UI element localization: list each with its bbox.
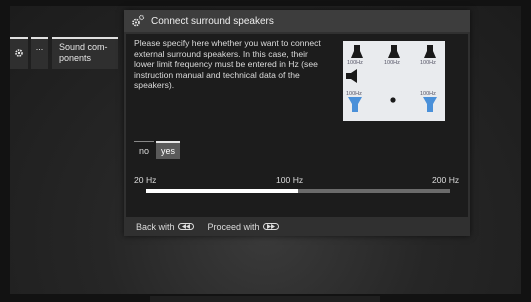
dialog-description: Please specify here whether you want to … bbox=[134, 38, 321, 91]
front-left-speaker-icon bbox=[351, 45, 363, 58]
breadcrumb-settings[interactable] bbox=[10, 37, 28, 69]
rewind-key-icon bbox=[177, 223, 194, 230]
dialog-title: Connect surround speakers bbox=[151, 15, 274, 27]
front-left-label: 100Hz bbox=[347, 60, 363, 66]
toggle-yes-option[interactable]: yes bbox=[156, 141, 180, 159]
side-speaker-icon bbox=[346, 69, 357, 83]
slider-mid-label: 100 Hz bbox=[276, 175, 304, 185]
slider-min-label: 20 Hz bbox=[134, 175, 157, 185]
rear-left-subwoofer-icon bbox=[348, 97, 362, 112]
dialog-footer: Back with Proceed with bbox=[124, 217, 470, 236]
forward-key-icon bbox=[262, 223, 279, 230]
frequency-slider-fill bbox=[146, 189, 298, 193]
breadcrumb-ellipsis[interactable]: ... bbox=[31, 37, 48, 69]
gears-icon bbox=[131, 14, 145, 28]
gear-icon bbox=[14, 48, 24, 60]
proceed-label: Proceed with bbox=[207, 221, 260, 232]
dialog-body: Please specify here whether you want to … bbox=[126, 34, 468, 217]
surround-speakers-dialog: Connect surround speakers Please specify… bbox=[124, 10, 470, 236]
breadcrumb-ellipsis-label: ... bbox=[35, 42, 44, 52]
breadcrumb-sound-components[interactable]: Sound com- ponents bbox=[52, 37, 118, 69]
back-label: Back with bbox=[136, 221, 175, 232]
toggle-no-option[interactable]: no bbox=[134, 141, 154, 159]
rear-right-subwoofer-icon bbox=[423, 97, 437, 112]
surround-toggle: no yes bbox=[134, 141, 180, 159]
frequency-slider[interactable] bbox=[146, 189, 450, 193]
slider-max-label: 200 Hz bbox=[432, 175, 460, 185]
dialog-header: Connect surround speakers bbox=[124, 10, 470, 32]
proceed-hint[interactable]: Proceed with bbox=[208, 222, 279, 232]
front-right-label: 100Hz bbox=[420, 60, 436, 66]
center-speaker-icon bbox=[388, 45, 400, 58]
center-label: 100Hz bbox=[384, 60, 400, 66]
back-hint[interactable]: Back with bbox=[136, 222, 194, 232]
breadcrumb-sound-components-label: Sound com- ponents bbox=[59, 42, 108, 63]
listener-position-icon bbox=[390, 97, 396, 103]
speaker-layout-diagram: 100Hz 100Hz 100Hz 100Hz 100Hz bbox=[343, 41, 445, 121]
background-panel-tab bbox=[150, 296, 380, 302]
front-right-speaker-icon bbox=[424, 45, 436, 58]
